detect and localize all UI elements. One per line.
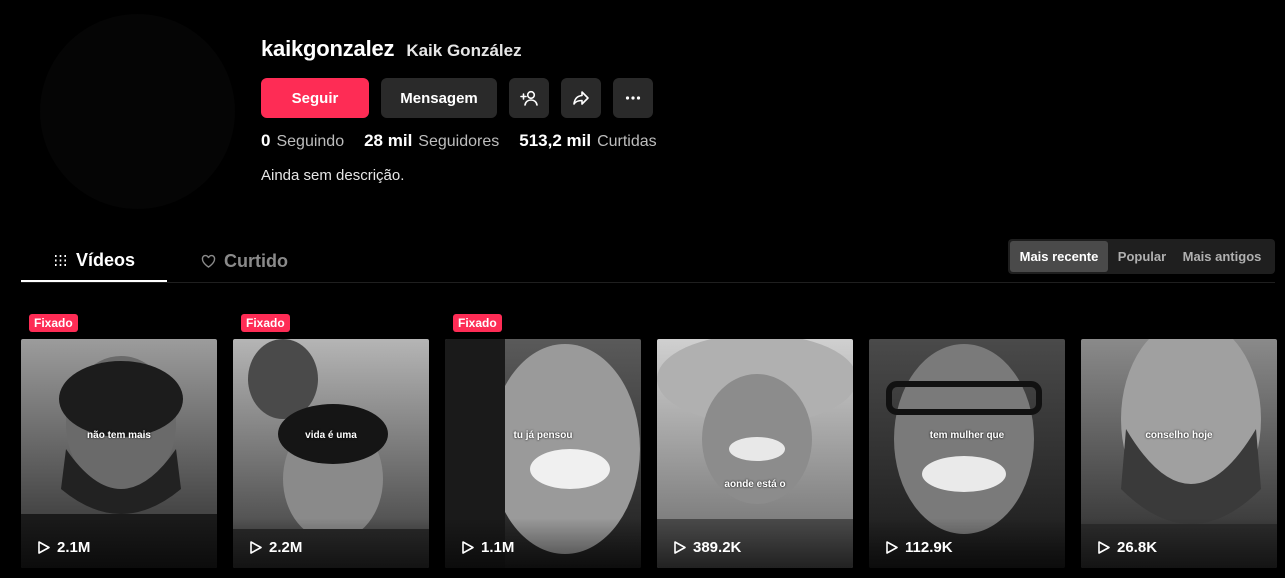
tab-liked[interactable]: Curtido bbox=[201, 240, 288, 282]
followers-stat[interactable]: 28 mil Seguidores bbox=[364, 131, 499, 151]
view-count: 112.9K bbox=[885, 539, 953, 556]
video-thumbnail: conselho hoje 26.8K bbox=[1081, 339, 1277, 568]
view-count: 26.8K bbox=[1097, 539, 1157, 556]
view-count: 389.2K bbox=[673, 539, 741, 556]
video-grid: Fixado não tem mais 2.1M Fixado vida é u… bbox=[21, 312, 1277, 568]
pinned-badge: Fixado bbox=[453, 314, 502, 332]
add-friend-button[interactable] bbox=[509, 78, 549, 118]
play-icon bbox=[886, 541, 898, 554]
profile-avatar[interactable] bbox=[40, 14, 235, 209]
username: kaikgonzalez bbox=[261, 36, 395, 61]
likes-stat: 513,2 mil Curtidas bbox=[519, 131, 656, 151]
video-caption: aonde está o bbox=[724, 479, 786, 490]
video-thumbnail: vida é uma 2.2M bbox=[233, 339, 429, 568]
video-card[interactable]: conselho hoje 26.8K bbox=[1081, 312, 1277, 568]
video-caption: vida é uma bbox=[305, 430, 357, 441]
follow-button[interactable]: Seguir bbox=[261, 78, 369, 118]
view-count: 2.1M bbox=[37, 539, 90, 556]
video-card[interactable]: tem mulher que 112.9K bbox=[869, 312, 1065, 568]
profile-actions: Seguir Mensagem bbox=[261, 78, 653, 118]
view-count-value: 112.9K bbox=[905, 539, 953, 556]
view-count: 2.2M bbox=[249, 539, 302, 556]
pinned-badge: Fixado bbox=[241, 314, 290, 332]
share-arrow-icon bbox=[573, 91, 589, 105]
person-plus-icon bbox=[520, 90, 538, 106]
heart-lock-icon bbox=[201, 254, 216, 268]
tab-liked-label: Curtido bbox=[224, 250, 288, 271]
play-icon bbox=[1098, 541, 1110, 554]
tab-videos-label: Vídeos bbox=[75, 249, 136, 270]
video-caption: não tem mais bbox=[87, 430, 151, 441]
play-icon bbox=[38, 541, 50, 554]
pinned-badge: Fixado bbox=[29, 314, 78, 332]
followers-label: Seguidores bbox=[418, 133, 500, 150]
more-dots-icon bbox=[625, 96, 641, 100]
video-thumbnail: não tem mais 2.1M bbox=[21, 339, 217, 568]
view-count: 1.1M bbox=[461, 539, 514, 556]
video-thumbnail: tem mulher que 112.9K bbox=[869, 339, 1065, 568]
followers-count: 28 mil bbox=[364, 131, 413, 150]
display-name: Kaik González bbox=[406, 41, 522, 60]
following-stat[interactable]: 0 Seguindo bbox=[261, 131, 344, 151]
view-count-value: 389.2K bbox=[693, 539, 742, 556]
following-count: 0 bbox=[261, 131, 271, 150]
play-icon bbox=[250, 541, 262, 554]
following-label: Seguindo bbox=[276, 133, 345, 150]
view-count-value: 2.2M bbox=[269, 539, 303, 556]
play-icon bbox=[674, 541, 686, 554]
view-count-value: 26.8K bbox=[1117, 539, 1158, 556]
profile-stats: 0 Seguindo 28 mil Seguidores 513,2 mil C… bbox=[261, 131, 657, 151]
video-card[interactable]: Fixado vida é uma 2.2M bbox=[233, 312, 429, 568]
video-caption: conselho hoje bbox=[1145, 430, 1213, 441]
more-options-button[interactable] bbox=[613, 78, 653, 118]
video-card[interactable]: Fixado tu já pensou 1.1M bbox=[445, 312, 641, 568]
video-caption: tu já pensou bbox=[513, 430, 573, 441]
play-icon bbox=[462, 541, 474, 554]
video-card[interactable]: Fixado não tem mais 2.1M bbox=[21, 312, 217, 568]
grid-bars-icon bbox=[54, 254, 66, 266]
sort-selector: Mais recente Popular Mais antigos bbox=[1008, 239, 1275, 274]
profile-bio: Ainda sem descrição. bbox=[261, 167, 405, 184]
sort-most-recent[interactable]: Mais recente bbox=[1010, 241, 1108, 272]
video-card[interactable]: aonde está o 389.2K bbox=[657, 312, 853, 568]
share-button[interactable] bbox=[561, 78, 601, 118]
video-caption: tem mulher que bbox=[929, 430, 1005, 441]
sort-oldest[interactable]: Mais antigos bbox=[1176, 241, 1268, 272]
video-thumbnail: tu já pensou 1.1M bbox=[445, 339, 641, 568]
view-count-value: 2.1M bbox=[57, 539, 91, 556]
likes-label: Curtidas bbox=[597, 133, 657, 150]
likes-count: 513,2 mil bbox=[519, 131, 592, 150]
sort-popular[interactable]: Popular bbox=[1108, 241, 1176, 272]
profile-header: kaikgonzalez Kaik González bbox=[261, 36, 522, 66]
view-count-value: 1.1M bbox=[481, 539, 515, 556]
tab-videos[interactable]: Vídeos bbox=[21, 240, 167, 282]
message-button[interactable]: Mensagem bbox=[381, 78, 497, 118]
video-thumbnail: aonde está o 389.2K bbox=[657, 339, 853, 568]
